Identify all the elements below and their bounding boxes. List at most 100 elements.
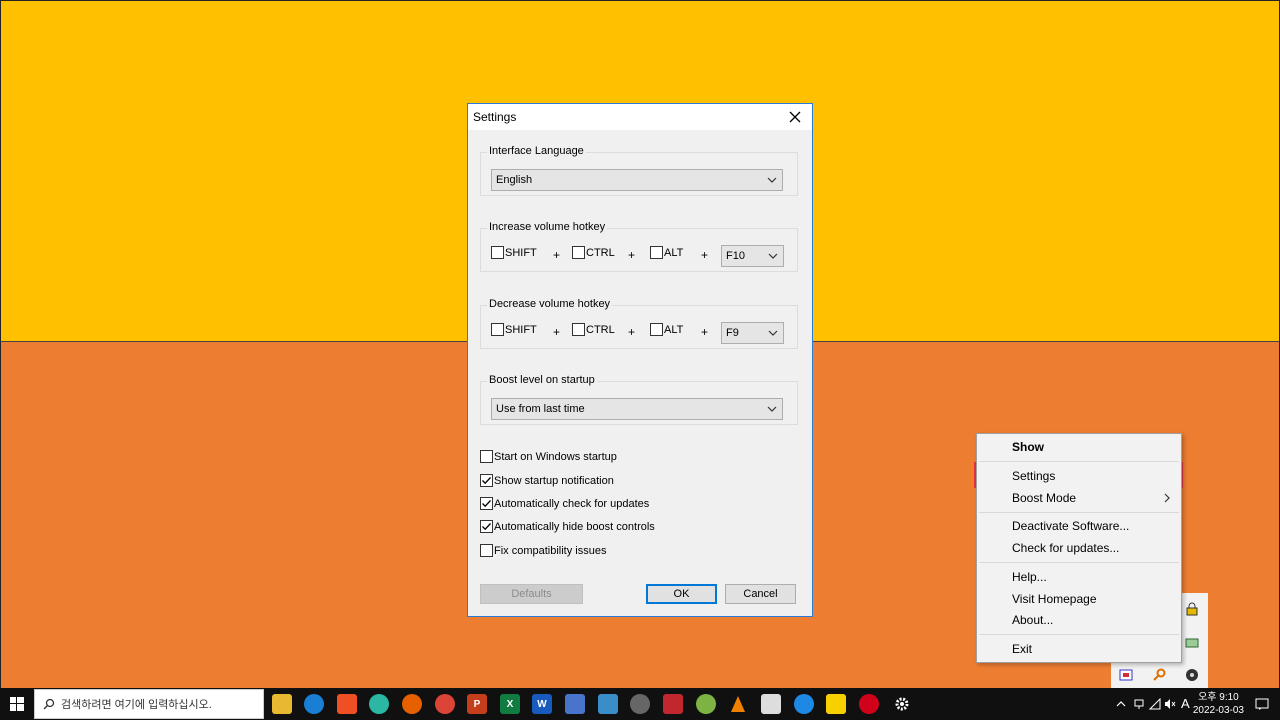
app-icon[interactable] — [369, 694, 389, 714]
decrease-ctrl-checkbox[interactable]: CTRL — [572, 323, 615, 336]
option-label: Start on Windows startup — [494, 450, 617, 463]
chevron-down-icon — [767, 177, 777, 183]
close-button[interactable] — [784, 107, 806, 127]
menu-item-show[interactable]: Show — [1012, 440, 1044, 454]
increase-ctrl-label: CTRL — [586, 246, 615, 259]
card-icon[interactable] — [1185, 636, 1199, 650]
decrease-alt-checkbox[interactable]: ALT — [650, 323, 683, 336]
interface-language-group: Interface Language English — [480, 145, 798, 196]
checkbox-box — [650, 323, 663, 336]
disc-icon[interactable] — [1185, 668, 1199, 682]
chevron-down-icon — [768, 330, 778, 336]
menu-separator — [979, 634, 1179, 635]
gear-icon[interactable] — [892, 694, 912, 714]
network-icon[interactable] — [1133, 698, 1145, 710]
checkmark-icon — [482, 523, 491, 531]
notification-icon[interactable] — [1255, 697, 1269, 711]
wifi-icon[interactable] — [1149, 698, 1161, 710]
show-startup-notification-checkbox[interactable]: Show startup notification — [480, 474, 614, 487]
firefox-icon[interactable] — [402, 694, 422, 714]
tray-context-menu: Show Settings Boost Mode Deactivate Soft… — [976, 433, 1182, 663]
search-placeholder: 검색하려면 여기에 입력하십시오. — [61, 699, 212, 711]
language-select[interactable]: English — [491, 169, 783, 191]
increase-shift-label: SHIFT — [505, 246, 537, 259]
cancel-button[interactable]: Cancel — [725, 584, 796, 604]
menu-item-settings[interactable]: Settings — [1012, 469, 1055, 483]
increase-alt-checkbox[interactable]: ALT — [650, 246, 683, 259]
app-icon[interactable] — [794, 694, 814, 714]
menu-item-homepage[interactable]: Visit Homepage — [1012, 592, 1097, 606]
sticky-notes-icon[interactable] — [826, 694, 846, 714]
edge-icon[interactable] — [304, 694, 324, 714]
brave-icon[interactable] — [337, 694, 357, 714]
decrease-shift-checkbox[interactable]: SHIFT — [491, 323, 537, 336]
opera-icon[interactable] — [859, 694, 879, 714]
vlc-icon[interactable] — [728, 694, 748, 714]
plus-sign: + — [628, 325, 636, 339]
boost-startup-select[interactable]: Use from last time — [491, 398, 783, 420]
app-icon[interactable] — [663, 694, 683, 714]
decrease-shift-label: SHIFT — [505, 323, 537, 336]
option-label: Fix compatibility issues — [494, 544, 607, 557]
windows-start-icon[interactable] — [10, 697, 24, 711]
decrease-ctrl-label: CTRL — [586, 323, 615, 336]
ime-indicator[interactable]: A — [1181, 696, 1190, 711]
menu-separator — [979, 461, 1179, 462]
excel-icon[interactable]: X — [500, 694, 520, 714]
decrease-key-select[interactable]: F9 — [721, 322, 784, 344]
taskbar-search-box[interactable]: 검색하려면 여기에 입력하십시오. — [34, 689, 264, 719]
increase-alt-label: ALT — [664, 246, 684, 259]
menu-item-about[interactable]: About... — [1012, 613, 1053, 627]
file-explorer-icon[interactable] — [272, 694, 292, 714]
fix-compatibility-checkbox[interactable]: Fix compatibility issues — [480, 544, 606, 557]
app-icon[interactable] — [598, 694, 618, 714]
interface-language-legend: Interface Language — [487, 145, 586, 157]
chevron-right-icon — [1164, 493, 1170, 503]
app-icon[interactable] — [565, 694, 585, 714]
key-icon[interactable] — [1152, 668, 1166, 682]
screen-icon[interactable] — [1119, 668, 1133, 682]
menu-item-deactivate[interactable]: Deactivate Software... — [1012, 519, 1129, 533]
increase-ctrl-checkbox[interactable]: CTRL — [572, 246, 615, 259]
lock-icon[interactable] — [1185, 602, 1199, 616]
decrease-alt-label: ALT — [664, 323, 684, 336]
checkbox-box — [480, 474, 493, 487]
powerpoint-icon[interactable]: P — [467, 694, 487, 714]
plus-sign: + — [553, 248, 561, 262]
option-label: Show startup notification — [494, 474, 614, 487]
increase-hotkey-group: Increase volume hotkey SHIFT + CTRL + AL… — [480, 221, 798, 272]
plus-sign: + — [628, 248, 636, 262]
language-select-value: English — [496, 174, 533, 186]
chrome-icon[interactable] — [435, 694, 455, 714]
menu-item-exit[interactable]: Exit — [1012, 642, 1032, 656]
decrease-key-value: F9 — [726, 327, 739, 339]
defaults-button[interactable]: Defaults — [480, 584, 583, 604]
checkmark-icon — [482, 500, 491, 508]
decrease-hotkey-group: Decrease volume hotkey SHIFT + CTRL + AL… — [480, 298, 798, 349]
app-icon[interactable] — [696, 694, 716, 714]
menu-item-boost-mode[interactable]: Boost Mode — [1012, 491, 1076, 505]
taskbar: 검색하려면 여기에 입력하십시오. P X W A 오후 9:10 2022-0… — [0, 688, 1280, 720]
word-icon[interactable]: W — [532, 694, 552, 714]
start-on-windows-checkbox[interactable]: Start on Windows startup — [480, 450, 617, 463]
checkbox-box — [572, 323, 585, 336]
boost-startup-group: Boost level on startup Use from last tim… — [480, 374, 798, 425]
increase-key-value: F10 — [726, 250, 745, 262]
system-clock[interactable]: 오후 9:10 2022-03-03 — [1193, 691, 1244, 717]
increase-key-select[interactable]: F10 — [721, 245, 784, 267]
menu-item-help[interactable]: Help... — [1012, 570, 1047, 584]
search-icon — [43, 698, 55, 710]
dialog-titlebar[interactable]: Settings — [468, 104, 812, 130]
chevron-up-icon[interactable] — [1116, 699, 1126, 709]
calculator-icon[interactable] — [761, 694, 781, 714]
increase-shift-checkbox[interactable]: SHIFT — [491, 246, 537, 259]
ok-button[interactable]: OK — [646, 584, 717, 604]
auto-hide-boost-checkbox[interactable]: Automatically hide boost controls — [480, 520, 655, 533]
increase-hotkey-legend: Increase volume hotkey — [487, 221, 608, 233]
menu-item-check-updates[interactable]: Check for updates... — [1012, 541, 1119, 555]
auto-check-updates-checkbox[interactable]: Automatically check for updates — [480, 497, 649, 510]
speaker-muted-icon[interactable] — [1164, 698, 1176, 710]
app-icon[interactable] — [630, 694, 650, 714]
checkbox-box — [480, 450, 493, 463]
decrease-hotkey-legend: Decrease volume hotkey — [487, 298, 613, 310]
